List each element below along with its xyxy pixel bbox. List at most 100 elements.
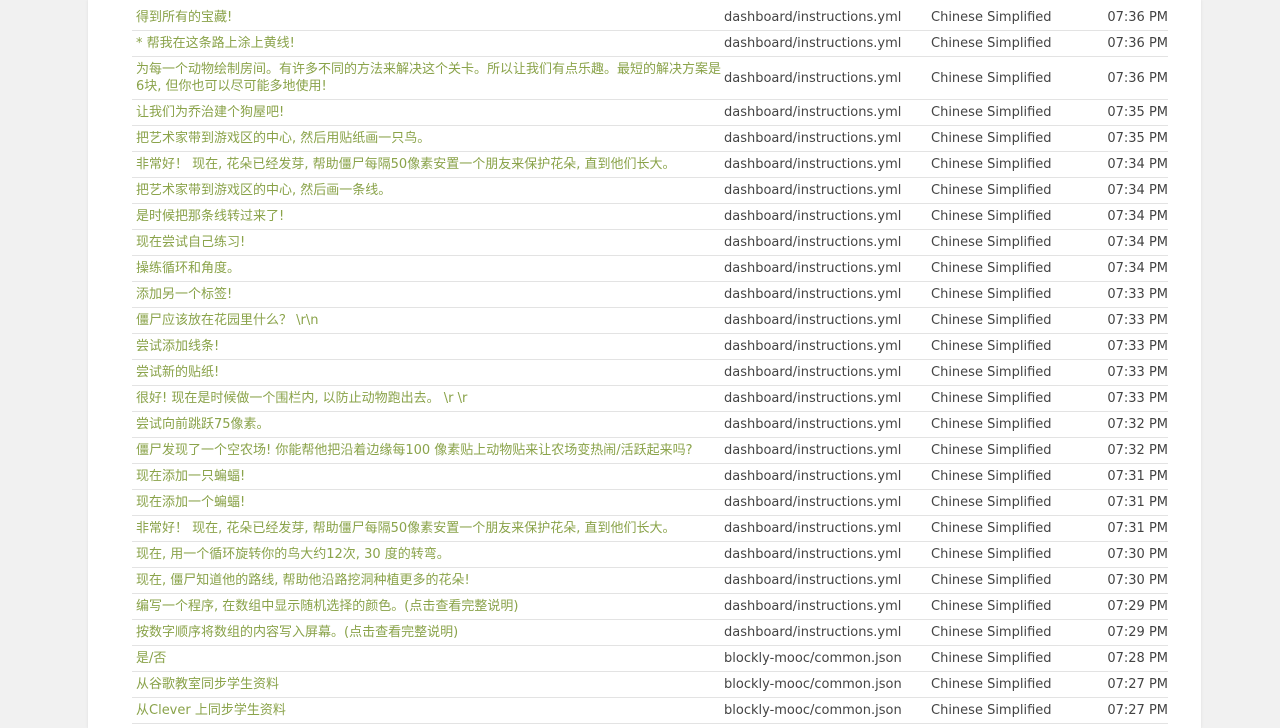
timestamp: 07:29 PM bbox=[1107, 599, 1168, 614]
instruction-link[interactable]: 操练循环和角度。 bbox=[132, 260, 724, 277]
activity-table: 得到所有的宝藏! dashboard/instructions.yml Chines… bbox=[132, 5, 1168, 728]
table-row: 让我们为乔治建个狗屋吧! dashboard/instructions.yml Ch… bbox=[132, 100, 1168, 126]
instruction-link[interactable]: 编写一个程序, 在数组中显示随机选择的颜色。(点击查看完整说明) bbox=[132, 598, 724, 615]
table-row: 是/否 blockly-mooc/common.json Chinese Simpl… bbox=[132, 646, 1168, 672]
source-file: dashboard/instructions.yml bbox=[724, 70, 902, 86]
table-row: 僵尸发现了一个空农场! 你能帮他把沿着边缘每100 像素贴上动物贴来让农场变热闹… bbox=[132, 438, 1168, 464]
source-file: dashboard/instructions.yml bbox=[724, 105, 902, 120]
source-file: dashboard/instructions.yml bbox=[724, 36, 902, 51]
timestamp: 07:36 PM bbox=[1107, 70, 1168, 86]
table-row: 添加另一个标签! dashboard/instructions.yml Chines… bbox=[132, 282, 1168, 308]
source-file: dashboard/instructions.yml bbox=[724, 625, 902, 640]
source-file: dashboard/instructions.yml bbox=[724, 521, 902, 536]
timestamp: 07:34 PM bbox=[1107, 157, 1168, 172]
instruction-link[interactable]: 按数字顺序将数组的内容写入屏幕。(点击查看完整说明) bbox=[132, 624, 724, 641]
source-file: dashboard/instructions.yml bbox=[724, 417, 902, 432]
timestamp: 07:30 PM bbox=[1107, 573, 1168, 588]
source-file: dashboard/instructions.yml bbox=[724, 391, 902, 406]
source-file: dashboard/instructions.yml bbox=[724, 365, 902, 380]
timestamp: 07:27 PM bbox=[1107, 677, 1168, 692]
instruction-link[interactable]: 非常好！ 现在, 花朵已经发芽, 帮助僵尸每隔50像素安置一个朋友来保护花朵, … bbox=[132, 520, 724, 537]
language-label: Chinese Simplified bbox=[931, 313, 1052, 328]
source-file: dashboard/instructions.yml bbox=[724, 469, 902, 484]
table-row: 很好! 现在是时候做一个围栏内, 以防止动物跑出去。 \r \r dashboar… bbox=[132, 386, 1168, 412]
instruction-link[interactable]: 非常好！ 现在, 花朵已经发芽, 帮助僵尸每隔50像素安置一个朋友来保护花朵, … bbox=[132, 156, 724, 173]
instruction-link[interactable]: 现在尝试自己练习! bbox=[132, 234, 724, 251]
language-label: Chinese Simplified bbox=[931, 443, 1052, 458]
instruction-link[interactable]: 现在, 用一个循环旋转你的鸟大约12次, 30 度的转弯。 bbox=[132, 546, 724, 563]
language-label: Chinese Simplified bbox=[931, 599, 1052, 614]
table-row: 从Clever 上同步学生资料 blockly-mooc/common.json C… bbox=[132, 698, 1168, 724]
table-row: 显示章节blockly-mooc/common.jsonChinese Simp… bbox=[132, 724, 1168, 728]
instruction-link[interactable]: 现在添加一只蝙蝠! bbox=[132, 468, 724, 485]
instruction-link[interactable]: 尝试添加线条! bbox=[132, 338, 724, 355]
instruction-link[interactable]: 让我们为乔治建个狗屋吧! bbox=[132, 104, 724, 121]
timestamp: 07:36 PM bbox=[1107, 36, 1168, 51]
table-row: 僵尸应该放在花园里什么？ \r\n dashboard/instructions.… bbox=[132, 308, 1168, 334]
table-row: 操练循环和角度。 dashboard/instructions.yml Chines… bbox=[132, 256, 1168, 282]
language-label: Chinese Simplified bbox=[931, 391, 1052, 406]
language-label: Chinese Simplified bbox=[931, 10, 1052, 25]
instruction-link[interactable]: 尝试向前跳跃75像素。 bbox=[132, 416, 724, 433]
timestamp: 07:35 PM bbox=[1107, 105, 1168, 120]
source-file: blockly-mooc/common.json bbox=[724, 677, 902, 692]
instruction-link[interactable]: 是/否 bbox=[132, 650, 724, 667]
table-row: 现在, 用一个循环旋转你的鸟大约12次, 30 度的转弯。 dashboard/i… bbox=[132, 542, 1168, 568]
language-label: Chinese Simplified bbox=[931, 365, 1052, 380]
timestamp: 07:33 PM bbox=[1107, 365, 1168, 380]
language-label: Chinese Simplified bbox=[931, 339, 1052, 354]
source-file: dashboard/instructions.yml bbox=[724, 131, 902, 146]
language-label: Chinese Simplified bbox=[931, 677, 1052, 692]
timestamp: 07:34 PM bbox=[1107, 209, 1168, 224]
table-row: 非常好！ 现在, 花朵已经发芽, 帮助僵尸每隔50像素安置一个朋友来保护花朵, … bbox=[132, 152, 1168, 178]
table-row: 现在添加一只蝙蝠! dashboard/instructions.yml Chine… bbox=[132, 464, 1168, 490]
source-file: dashboard/instructions.yml bbox=[724, 547, 902, 562]
instruction-link[interactable]: 现在添加一个蝙蝠! bbox=[132, 494, 724, 511]
instruction-link[interactable]: 很好! 现在是时候做一个围栏内, 以防止动物跑出去。 \r \r bbox=[132, 390, 724, 407]
source-file: dashboard/instructions.yml bbox=[724, 443, 902, 458]
source-file: dashboard/instructions.yml bbox=[724, 599, 902, 614]
timestamp: 07:31 PM bbox=[1107, 495, 1168, 510]
timestamp: 07:34 PM bbox=[1107, 261, 1168, 276]
source-file: blockly-mooc/common.json bbox=[724, 651, 902, 666]
language-label: Chinese Simplified bbox=[931, 131, 1052, 146]
language-label: Chinese Simplified bbox=[931, 703, 1052, 718]
instruction-link[interactable]: 尝试新的贴纸! bbox=[132, 364, 724, 381]
source-file: dashboard/instructions.yml bbox=[724, 573, 902, 588]
language-label: Chinese Simplified bbox=[931, 547, 1052, 562]
language-label: Chinese Simplified bbox=[931, 521, 1052, 536]
language-label: Chinese Simplified bbox=[931, 157, 1052, 172]
table-row: 尝试新的贴纸! dashboard/instructions.yml Chinese… bbox=[132, 360, 1168, 386]
instruction-link[interactable]: 得到所有的宝藏! bbox=[132, 9, 724, 26]
language-label: Chinese Simplified bbox=[931, 651, 1052, 666]
table-row: 为每一个动物绘制房间。有许多不同的方法来解决这个关卡。所以让我们有点乐趣。最短的… bbox=[132, 57, 1168, 100]
instruction-link[interactable]: 为每一个动物绘制房间。有许多不同的方法来解决这个关卡。所以让我们有点乐趣。最短的… bbox=[132, 61, 724, 95]
source-file: dashboard/instructions.yml bbox=[724, 183, 902, 198]
table-row: * 帮我在这条路上涂上黄线! dashboard/instructions.yml… bbox=[132, 31, 1168, 57]
source-file: dashboard/instructions.yml bbox=[724, 495, 902, 510]
table-row: 现在, 僵尸知道他的路线, 帮助他沿路挖洞种植更多的花朵! dashboard/i… bbox=[132, 568, 1168, 594]
instruction-link[interactable]: * 帮我在这条路上涂上黄线! bbox=[132, 35, 724, 52]
instruction-link[interactable]: 从谷歌教室同步学生资料 bbox=[132, 676, 724, 693]
table-row: 把艺术家带到游戏区的中心, 然后画一条线。 dashboard/instructi… bbox=[132, 178, 1168, 204]
instruction-link[interactable]: 把艺术家带到游戏区的中心, 然后画一条线。 bbox=[132, 182, 724, 199]
instruction-link[interactable]: 把艺术家带到游戏区的中心, 然后用贴纸画一只鸟。 bbox=[132, 130, 724, 147]
language-label: Chinese Simplified bbox=[931, 625, 1052, 640]
source-file: dashboard/instructions.yml bbox=[724, 261, 902, 276]
instruction-link[interactable]: 现在, 僵尸知道他的路线, 帮助他沿路挖洞种植更多的花朵! bbox=[132, 572, 724, 589]
instruction-link[interactable]: 僵尸应该放在花园里什么？ \r\n bbox=[132, 312, 724, 329]
instruction-link[interactable]: 僵尸发现了一个空农场! 你能帮他把沿着边缘每100 像素贴上动物贴来让农场变热闹… bbox=[132, 442, 724, 459]
instruction-link[interactable]: 从Clever 上同步学生资料 bbox=[132, 702, 724, 719]
timestamp: 07:30 PM bbox=[1107, 547, 1168, 562]
source-file: blockly-mooc/common.json bbox=[724, 703, 902, 718]
timestamp: 07:33 PM bbox=[1107, 313, 1168, 328]
timestamp: 07:33 PM bbox=[1107, 391, 1168, 406]
instruction-link[interactable]: 是时候把那条线转过来了! bbox=[132, 208, 724, 225]
table-row: 把艺术家带到游戏区的中心, 然后用贴纸画一只鸟。 dashboard/instru… bbox=[132, 126, 1168, 152]
instruction-link[interactable]: 添加另一个标签! bbox=[132, 286, 724, 303]
table-row: 现在添加一个蝙蝠! dashboard/instructions.yml Chine… bbox=[132, 490, 1168, 516]
timestamp: 07:33 PM bbox=[1107, 287, 1168, 302]
language-label: Chinese Simplified bbox=[931, 287, 1052, 302]
timestamp: 07:34 PM bbox=[1107, 235, 1168, 250]
timestamp: 07:31 PM bbox=[1107, 521, 1168, 536]
